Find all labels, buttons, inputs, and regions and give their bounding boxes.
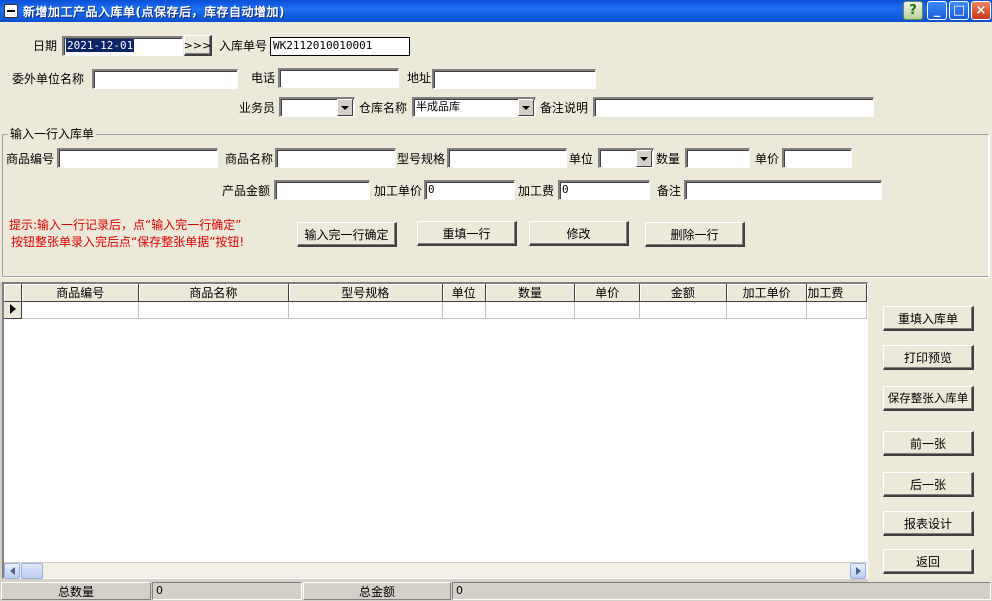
contractor-field[interactable] xyxy=(92,69,238,89)
col-header-process-fee[interactable]: 加工费 xyxy=(806,284,867,302)
date-field[interactable]: 2021-12-01 xyxy=(62,36,183,56)
grid-corner xyxy=(4,284,23,302)
hint-line-2: 按钮整张单录入完后点“保存整张单据”按钮! xyxy=(11,235,245,249)
spec-field[interactable] xyxy=(447,148,567,168)
unit-price-label: 单价 xyxy=(755,152,780,166)
col-header-quantity[interactable]: 数量 xyxy=(485,284,576,302)
scroll-left-icon[interactable] xyxy=(4,563,20,579)
print-preview-button[interactable]: 打印预览 xyxy=(883,345,974,370)
line-entry-group-title: 输入一行入库单 xyxy=(8,127,97,141)
warehouse-value: 半成品库 xyxy=(416,100,460,113)
unit-price-field[interactable] xyxy=(782,148,852,168)
scroll-thumb[interactable] xyxy=(21,563,43,579)
process-fee-label: 加工费 xyxy=(518,184,555,198)
address-label: 地址 xyxy=(407,71,432,85)
quantity-field[interactable] xyxy=(685,148,750,168)
row-pointer-icon xyxy=(9,304,16,314)
date-value: 2021-12-01 xyxy=(66,39,135,52)
date-picker-button[interactable]: >>> xyxy=(184,35,212,56)
row-indicator xyxy=(4,301,23,319)
remark-label: 备注说明 xyxy=(540,101,589,115)
refill-order-button[interactable]: 重填入库单 xyxy=(883,306,974,331)
spec-label: 型号规格 xyxy=(397,152,446,166)
address-field[interactable] xyxy=(432,69,596,89)
maximize-button[interactable]: □ xyxy=(949,1,969,20)
col-header-amount[interactable]: 金额 xyxy=(639,284,727,302)
refill-row-button[interactable]: 重填一行 xyxy=(417,221,517,246)
grid-cell[interactable] xyxy=(442,301,486,319)
warehouse-label: 仓库名称 xyxy=(359,101,408,115)
confirm-row-button[interactable]: 输入完一行确定 xyxy=(297,222,397,247)
grid-table: 商品编号 商品名称 型号规格 单位 数量 单价 金额 加工单价 加工费 xyxy=(4,284,867,319)
next-button[interactable]: 后一张 xyxy=(883,472,974,497)
total-amount-label: 总金额 xyxy=(303,582,451,600)
grid-cell[interactable] xyxy=(138,301,289,319)
grid-cell[interactable] xyxy=(574,301,640,319)
window-menu-icon[interactable] xyxy=(4,4,18,18)
product-code-label: 商品编号 xyxy=(6,152,55,166)
product-code-field[interactable] xyxy=(57,148,218,168)
amount-label: 产品金额 xyxy=(222,184,271,198)
salesman-label: 业务员 xyxy=(239,101,276,115)
phone-label: 电话 xyxy=(251,71,276,85)
contractor-label: 委外单位名称 xyxy=(12,72,85,86)
grid-cell[interactable] xyxy=(485,301,576,319)
delete-row-button[interactable]: 删除一行 xyxy=(645,222,745,247)
note-label: 备注 xyxy=(657,184,682,198)
process-price-label: 加工单价 xyxy=(374,184,423,198)
product-name-label: 商品名称 xyxy=(225,152,274,166)
grid-header-row: 商品编号 商品名称 型号规格 单位 数量 单价 金额 加工单价 加工费 xyxy=(4,284,867,302)
col-header-product-code[interactable]: 商品编号 xyxy=(21,284,140,302)
col-header-spec[interactable]: 型号规格 xyxy=(288,284,443,302)
warehouse-dropdown-arrow-icon[interactable] xyxy=(518,99,534,116)
title-bar: 新增加工产品入库单(点保存后，库存自动增加) ? _ □ × xyxy=(0,0,992,22)
close-button[interactable]: × xyxy=(971,1,991,20)
process-fee-field[interactable]: 0 xyxy=(558,180,650,200)
grid-cell[interactable] xyxy=(726,301,808,319)
grid-cell[interactable] xyxy=(288,301,443,319)
process-price-field[interactable]: 0 xyxy=(424,180,515,200)
col-header-product-name[interactable]: 商品名称 xyxy=(138,284,289,302)
modify-button[interactable]: 修改 xyxy=(529,221,629,246)
remark-field[interactable] xyxy=(593,97,874,117)
back-button[interactable]: 返回 xyxy=(883,549,974,574)
total-qty-label: 总数量 xyxy=(1,582,151,600)
total-qty-value: 0 xyxy=(152,582,302,600)
report-design-button[interactable]: 报表设计 xyxy=(883,511,974,536)
col-header-process-price[interactable]: 加工单价 xyxy=(726,284,808,302)
horizontal-scrollbar[interactable] xyxy=(4,562,867,579)
col-header-unit-price[interactable]: 单价 xyxy=(574,284,640,302)
col-header-unit[interactable]: 单位 xyxy=(442,284,486,302)
order-no-field[interactable]: WK2112010010001 xyxy=(270,37,410,56)
unit-label: 单位 xyxy=(569,152,594,166)
date-label: 日期 xyxy=(33,39,58,53)
product-name-field[interactable] xyxy=(275,148,396,168)
window-title: 新增加工产品入库单(点保存后，库存自动增加) xyxy=(23,4,285,19)
table-row[interactable] xyxy=(4,301,867,319)
amount-field[interactable] xyxy=(274,180,370,200)
unit-dropdown-arrow-icon[interactable] xyxy=(636,150,652,167)
salesman-dropdown-arrow-icon[interactable] xyxy=(337,99,353,116)
phone-field[interactable] xyxy=(278,68,399,88)
minimize-button[interactable]: _ xyxy=(927,1,947,20)
grid-cell[interactable] xyxy=(21,301,140,319)
scroll-right-icon[interactable] xyxy=(850,563,866,579)
grid-cell[interactable] xyxy=(639,301,727,319)
order-lines-grid[interactable]: 商品编号 商品名称 型号规格 单位 数量 单价 金额 加工单价 加工费 xyxy=(2,282,868,579)
note-field[interactable] xyxy=(684,180,882,200)
prev-button[interactable]: 前一张 xyxy=(883,431,974,456)
quantity-label: 数量 xyxy=(656,152,681,166)
grid-cell[interactable] xyxy=(806,301,867,319)
order-no-label: 入库单号 xyxy=(219,39,268,53)
help-button[interactable]: ? xyxy=(903,1,923,20)
save-order-button[interactable]: 保存整张入库单 xyxy=(883,386,974,411)
total-amount-value: 0 xyxy=(452,582,991,600)
hint-line-1: 提示:输入一行记录后，点“输入完一行确定” xyxy=(9,218,242,232)
